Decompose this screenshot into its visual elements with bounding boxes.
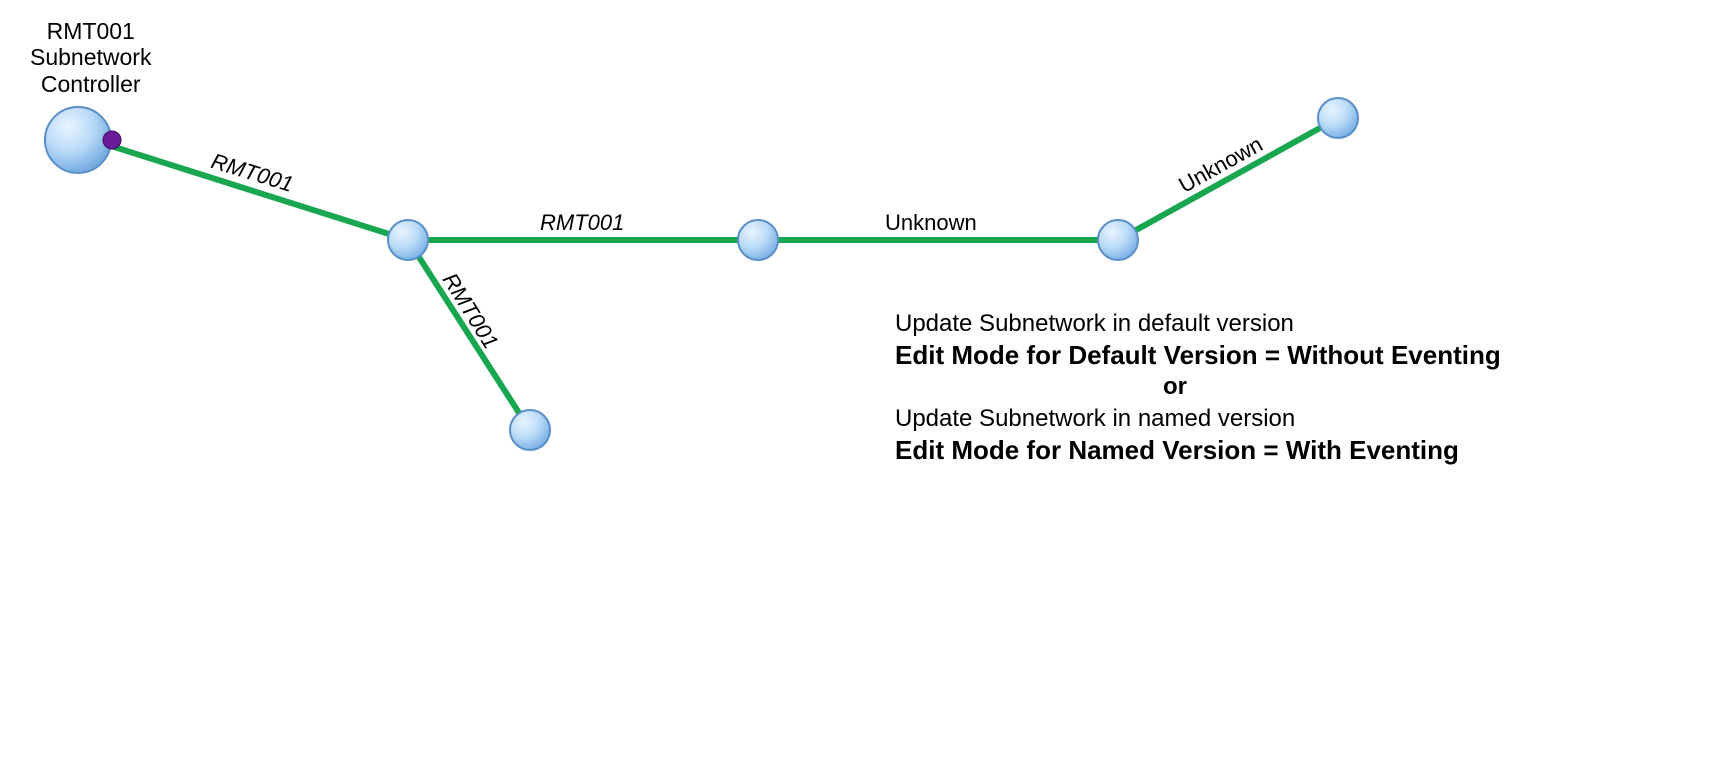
info-line-4: Edit Mode for Named Version = With Event… (895, 435, 1715, 466)
node-6 (510, 410, 550, 450)
controller-label: RMT001 Subnetwork Controller (30, 18, 151, 97)
info-line-1: Update Subnetwork in default version (895, 310, 1715, 338)
node-3 (738, 220, 778, 260)
info-line-2: Edit Mode for Default Version = Without … (895, 340, 1715, 371)
controller-label-line1: RMT001 (47, 18, 135, 44)
edge-label-4: Unknown (885, 210, 977, 236)
controller-node (45, 107, 111, 173)
controller-label-line2: Subnetwork (30, 44, 151, 70)
node-2 (388, 220, 428, 260)
edge-label-2: RMT001 (540, 210, 624, 236)
edge-n4-to-n5 (1118, 118, 1338, 240)
info-line-3: Update Subnetwork in named version (895, 405, 1715, 433)
info-block: Update Subnetwork in default version Edi… (895, 310, 1715, 468)
node-5 (1318, 98, 1358, 138)
node-4 (1098, 220, 1138, 260)
edge-controller-to-n2 (108, 145, 408, 240)
info-or: or (895, 373, 1455, 401)
controller-endpoint-dot (103, 131, 121, 149)
controller-label-line3: Controller (41, 71, 141, 97)
